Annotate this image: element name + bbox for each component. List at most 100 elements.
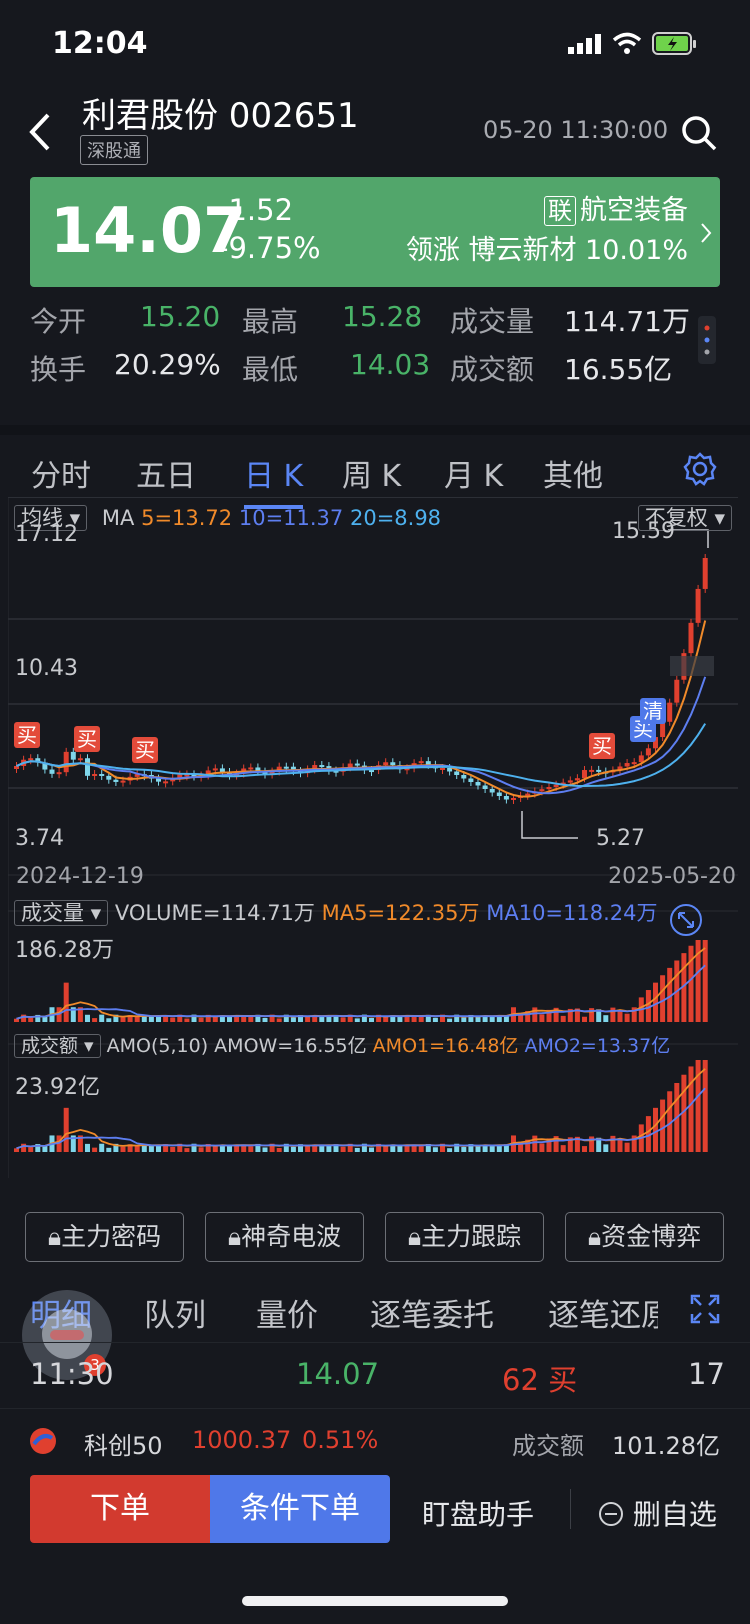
candle [99,774,105,776]
candle [212,768,218,771]
tab-order-by-order[interactable]: 逐笔委托 [370,1290,494,1335]
kline-chart-area[interactable]: 均线 ▾ MA 5=13.72 10=11.37 20=8.98 不复权 ▾ 1… [7,497,738,1193]
y-axis-mid: 10.43 [15,656,78,681]
lock-icon: 🔒︎ [407,1222,422,1251]
order-button[interactable]: 下单 [30,1475,210,1543]
sector-name: 航空装备 [580,195,688,226]
tab-monthly-k[interactable]: 月 K [444,451,503,495]
candle [582,770,587,779]
buy-signal[interactable]: 买 [132,737,158,763]
candle [489,789,495,793]
lock-icon: 🔒︎ [587,1222,602,1251]
volume-bar [653,1107,658,1152]
volume-bar [42,1016,48,1022]
candle [496,792,502,796]
settings-gear-icon[interactable] [682,451,718,487]
candle [624,763,630,767]
quote-stats: 今开 15.20 最高 15.28 成交量 114.71万 换手 20.29% … [30,300,690,390]
volume-bar [156,1016,161,1022]
tab-intraday[interactable]: 分时 [31,451,91,495]
lock-button-main-code[interactable]: 🔒︎主力密码 [25,1212,184,1262]
trade-price: 14.07 [296,1357,380,1391]
index-value: 1000.37 [192,1426,292,1454]
lock-button-wave[interactable]: 🔒︎神奇电波 [205,1212,364,1262]
volume-bar [156,1145,161,1152]
volume-bar [248,1016,254,1022]
chevron-right-icon [701,223,712,243]
buy-signal[interactable]: 买 [14,722,40,748]
more-dots-icon[interactable] [698,316,716,364]
lock-button-capital[interactable]: 🔒︎资金博弈 [565,1212,724,1262]
volume-bar [603,1144,609,1152]
price-card[interactable]: 14.07 -1.52 -9.75% 联航空装备 领涨 博云新材 10.01% [30,177,720,287]
expand-arrows-icon[interactable] [668,902,704,938]
volume-bar [369,1017,374,1022]
volume-bar [653,982,658,1022]
candle [156,778,161,782]
volume-bar [496,1016,502,1022]
candle [468,778,474,782]
home-indicator [242,1596,508,1606]
monitor-assistant-button[interactable]: 盯盘助手 [422,1493,534,1533]
candle [106,775,112,780]
volume-bar [170,1017,176,1022]
volume-bar [92,1018,98,1022]
candle [418,761,424,764]
lock-button-label: 资金博弈 [601,1222,702,1251]
battery-icon [652,32,696,55]
candle [70,751,76,760]
buy-signal[interactable]: 买 [589,733,615,759]
turnover-value: 20.29% [114,348,221,381]
fullscreen-icon[interactable] [690,1294,720,1324]
volume-bar [461,1147,467,1152]
tab-daily-k[interactable]: 日 K [244,451,304,509]
clear-signal[interactable]: 清 [640,698,666,724]
buy-signal[interactable]: 买 [74,726,100,752]
volume-bar [21,1014,27,1022]
volume-bar [184,1018,190,1022]
amount-label: 成交额 [450,353,535,386]
leader-name: 博云新材 [468,235,577,266]
candle [461,775,467,779]
conditional-order-button[interactable]: 条件下单 [210,1475,390,1543]
index-ticker[interactable]: 科创50 1000.37 0.51% 成交额 101.28亿 [0,1408,750,1472]
volume-dropdown[interactable]: 成交量 ▾ [14,900,109,926]
divider [570,1489,571,1529]
volume-bar [63,982,69,1022]
candle [49,769,55,774]
tab-queue[interactable]: 队列 [144,1290,206,1335]
volume-bar [539,1014,545,1022]
volume-bar [85,1014,90,1022]
tab-five-day[interactable]: 五日 [136,451,196,495]
minus-circle-icon [599,1502,623,1526]
ma20-value: 20=8.98 [349,506,442,530]
index-pct: 0.51% [302,1426,379,1454]
amount-dropdown[interactable]: 成交额 ▾ [14,1034,101,1058]
index-amount: 101.28亿 [612,1432,720,1460]
back-icon[interactable] [28,112,52,152]
sector-info[interactable]: 联航空装备 领涨 博云新材 10.01% [406,191,688,271]
volume-bar [560,1145,566,1152]
tab-tick-restore[interactable]: 逐笔还原 [548,1290,658,1335]
lock-button-track[interactable]: 🔒︎主力跟踪 [385,1212,544,1262]
candle [113,779,119,782]
candle [553,784,559,787]
candle [688,622,694,654]
amount-y-top: 23.92亿 [15,1075,100,1100]
candle [248,767,254,770]
volume-bar [106,1018,112,1022]
high-label: 最高 [242,305,299,338]
remove-watchlist-button[interactable]: 删自选 [598,1493,717,1533]
volume-bar [475,1016,481,1022]
amo2-value: AMO2=13.37亿 [524,1035,671,1057]
volume-bar [276,1018,282,1022]
tab-other[interactable]: 其他 [543,451,603,495]
ma10-value: 10=11.37 [238,506,344,530]
volume-bar [496,1145,502,1152]
search-icon[interactable] [680,114,718,152]
tab-volume-price[interactable]: 量价 [256,1290,318,1335]
last-price: 14.07 [50,194,247,267]
volume-bar [14,1018,19,1022]
candle [425,761,431,765]
tab-weekly-k[interactable]: 周 K [342,451,401,495]
